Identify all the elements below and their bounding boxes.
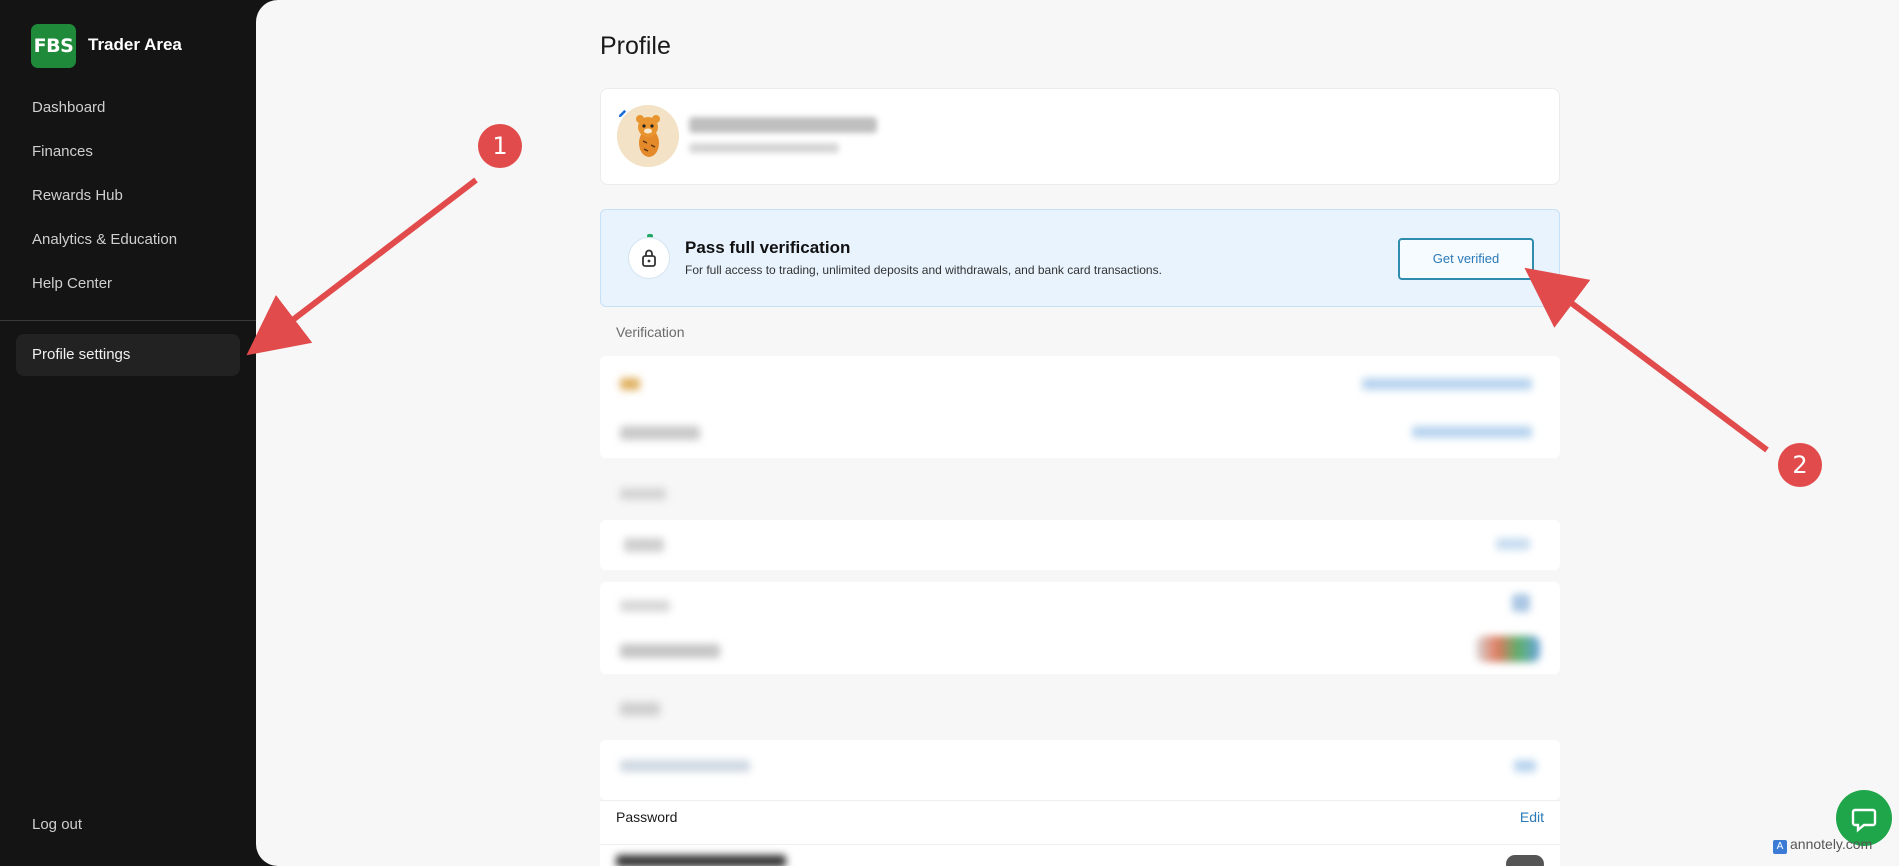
redacted-link	[1362, 378, 1532, 390]
redacted-field	[620, 426, 700, 440]
sidebar-nav: Dashboard Finances Rewards Hub Analytics…	[0, 86, 256, 306]
watermark: Aannotely.com	[1773, 836, 1872, 854]
two-factor-row	[600, 844, 1560, 866]
redacted-field	[620, 760, 750, 772]
sidebar-item-dashboard[interactable]: Dashboard	[0, 86, 256, 130]
sidebar-item-analytics-education[interactable]: Analytics & Education	[0, 218, 256, 262]
sidebar-item-rewards-hub[interactable]: Rewards Hub	[0, 174, 256, 218]
chat-bubble-icon	[1851, 808, 1877, 833]
verification-banner: Pass full verification For full access t…	[600, 209, 1560, 307]
get-verified-button[interactable]: Get verified	[1398, 238, 1534, 280]
redacted-section-label	[620, 702, 660, 716]
redacted-block	[600, 582, 1560, 674]
sidebar-item-profile-settings[interactable]: Profile settings	[16, 334, 240, 376]
redacted-field	[620, 600, 670, 612]
sidebar-item-finances[interactable]: Finances	[0, 130, 256, 174]
redacted-field	[620, 644, 720, 658]
redacted-icon	[1512, 594, 1530, 612]
watermark-icon: A	[1773, 840, 1787, 854]
profile-email-redacted	[689, 143, 839, 153]
redacted-field	[616, 855, 786, 866]
redacted-block	[600, 740, 1560, 800]
sidebar-divider	[0, 320, 256, 321]
watermark-text: annotely.com	[1790, 836, 1873, 852]
redacted-block	[600, 520, 1560, 570]
redacted-link	[1496, 538, 1530, 550]
password-row: Password Edit	[600, 800, 1560, 845]
redacted-link	[1412, 426, 1532, 438]
redacted-logos	[1476, 636, 1540, 662]
page-title: Profile	[600, 32, 671, 60]
annotation-marker-2: 2	[1778, 443, 1822, 487]
password-edit-link[interactable]: Edit	[1520, 809, 1544, 825]
fbs-logo[interactable]: FBS	[31, 24, 76, 68]
sidebar: FBS Trader Area Dashboard Finances Rewar…	[0, 0, 256, 866]
profile-card	[600, 88, 1560, 185]
redacted-section-label	[620, 488, 666, 500]
annotation-marker-1: 1	[478, 124, 522, 168]
verification-section-label: Verification	[616, 324, 685, 340]
redacted-field	[620, 378, 640, 390]
edit-avatar-icon[interactable]	[617, 107, 628, 122]
verification-details-block	[600, 356, 1560, 458]
sidebar-item-help-center[interactable]: Help Center	[0, 262, 256, 306]
verification-subtitle: For full access to trading, unlimited de…	[685, 263, 1162, 277]
logout-link[interactable]: Log out	[32, 816, 82, 833]
lock-icon	[628, 237, 670, 279]
redacted-link	[1514, 760, 1536, 772]
redacted-field	[624, 538, 664, 552]
password-label: Password	[616, 809, 678, 825]
toggle-switch[interactable]	[1506, 855, 1544, 866]
verification-title: Pass full verification	[685, 238, 851, 257]
app-name: Trader Area	[88, 35, 182, 54]
profile-name-redacted	[689, 117, 877, 133]
